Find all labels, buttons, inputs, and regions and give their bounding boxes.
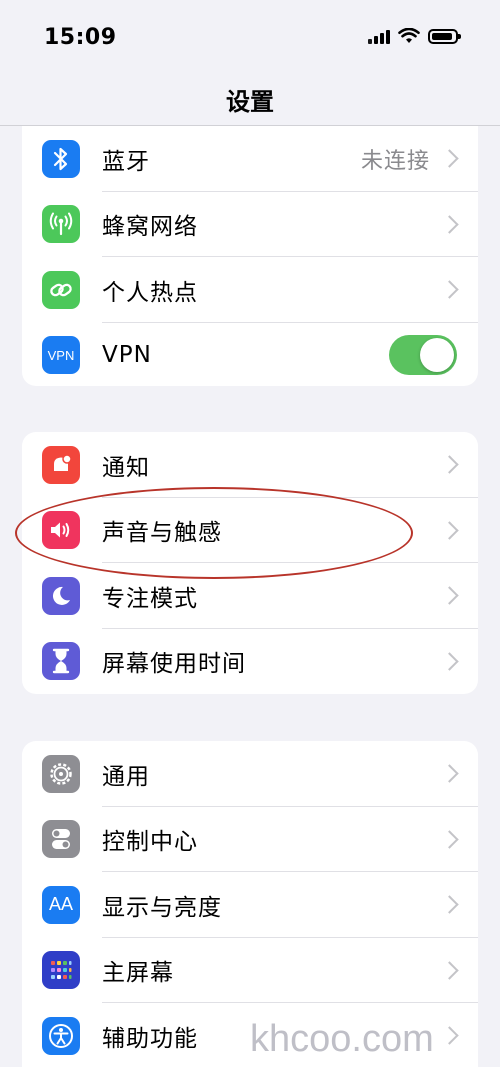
cellular-signal-icon xyxy=(368,28,390,44)
settings-group-notifications: 通知 声音与触感 专注模式 屏幕使用时间 xyxy=(22,432,478,694)
row-cellular[interactable]: 蜂窝网络 xyxy=(22,192,478,257)
row-label: 显示与亮度 xyxy=(102,894,222,921)
chevron-right-icon xyxy=(440,652,459,671)
gear-icon xyxy=(42,754,80,793)
speaker-icon xyxy=(42,511,80,550)
row-label: 控制中心 xyxy=(102,829,198,856)
row-label: 个人热点 xyxy=(102,279,198,306)
chevron-right-icon xyxy=(440,961,459,980)
row-sounds-haptics[interactable]: 声音与触感 xyxy=(22,498,478,563)
row-hotspot[interactable]: 个人热点 xyxy=(22,257,478,323)
row-label: 主屏幕 xyxy=(102,960,174,987)
home-grid-icon xyxy=(42,951,80,990)
chevron-right-icon xyxy=(440,149,459,168)
hotspot-link-icon xyxy=(42,270,80,309)
row-bluetooth[interactable]: 蓝牙 未连接 xyxy=(22,126,478,192)
row-label: 辅助功能 xyxy=(102,1025,198,1052)
row-label: VPN xyxy=(102,342,152,369)
row-focus[interactable]: 专注模式 xyxy=(22,563,478,629)
moon-icon xyxy=(42,576,80,615)
chevron-right-icon xyxy=(440,455,459,474)
bluetooth-icon xyxy=(42,139,80,178)
chevron-right-icon xyxy=(440,764,459,783)
chevron-right-icon xyxy=(440,521,459,540)
row-label: 蓝牙 xyxy=(102,148,150,175)
hourglass-icon xyxy=(42,642,80,681)
status-time: 15:09 xyxy=(44,25,117,50)
row-home-screen[interactable]: 主屏幕 xyxy=(22,938,478,1003)
page-title: 设置 xyxy=(226,88,274,116)
bluetooth-status: 未连接 xyxy=(360,148,430,174)
watermark-text: khcoo.com xyxy=(250,1018,434,1060)
chevron-right-icon xyxy=(440,586,459,605)
row-label: 声音与触感 xyxy=(102,520,222,547)
chevron-right-icon xyxy=(440,280,459,299)
vpn-icon: VPN xyxy=(42,336,80,375)
row-label: 蜂窝网络 xyxy=(102,214,198,241)
chevron-right-icon xyxy=(440,215,459,234)
nav-bar: 设置 xyxy=(0,80,500,126)
row-display-brightness[interactable]: AA 显示与亮度 xyxy=(22,872,478,938)
settings-group-connectivity: 蓝牙 未连接 蜂窝网络 个人热点 VPN VPN xyxy=(22,126,478,386)
row-label: 通用 xyxy=(102,763,150,790)
chevron-right-icon xyxy=(440,895,459,914)
row-control-center[interactable]: 控制中心 xyxy=(22,807,478,872)
row-label: 通知 xyxy=(102,454,150,481)
row-general[interactable]: 通用 xyxy=(22,741,478,807)
status-icons xyxy=(368,28,461,44)
row-label: 专注模式 xyxy=(102,585,198,612)
row-label: 屏幕使用时间 xyxy=(102,651,246,678)
row-notifications[interactable]: 通知 xyxy=(22,432,478,498)
cellular-antenna-icon xyxy=(42,205,80,244)
notification-bell-icon xyxy=(42,445,80,484)
chevron-right-icon xyxy=(440,830,459,849)
row-screen-time[interactable]: 屏幕使用时间 xyxy=(22,629,478,695)
accessibility-icon xyxy=(42,1016,80,1055)
status-bar: 15:09 xyxy=(0,0,500,80)
row-vpn[interactable]: VPN VPN xyxy=(22,323,478,387)
display-aa-icon: AA xyxy=(42,885,80,924)
vpn-toggle[interactable] xyxy=(389,335,457,376)
toggles-icon xyxy=(42,820,80,859)
wifi-icon xyxy=(398,28,420,43)
chevron-right-icon xyxy=(440,1026,459,1045)
battery-icon xyxy=(428,28,461,44)
